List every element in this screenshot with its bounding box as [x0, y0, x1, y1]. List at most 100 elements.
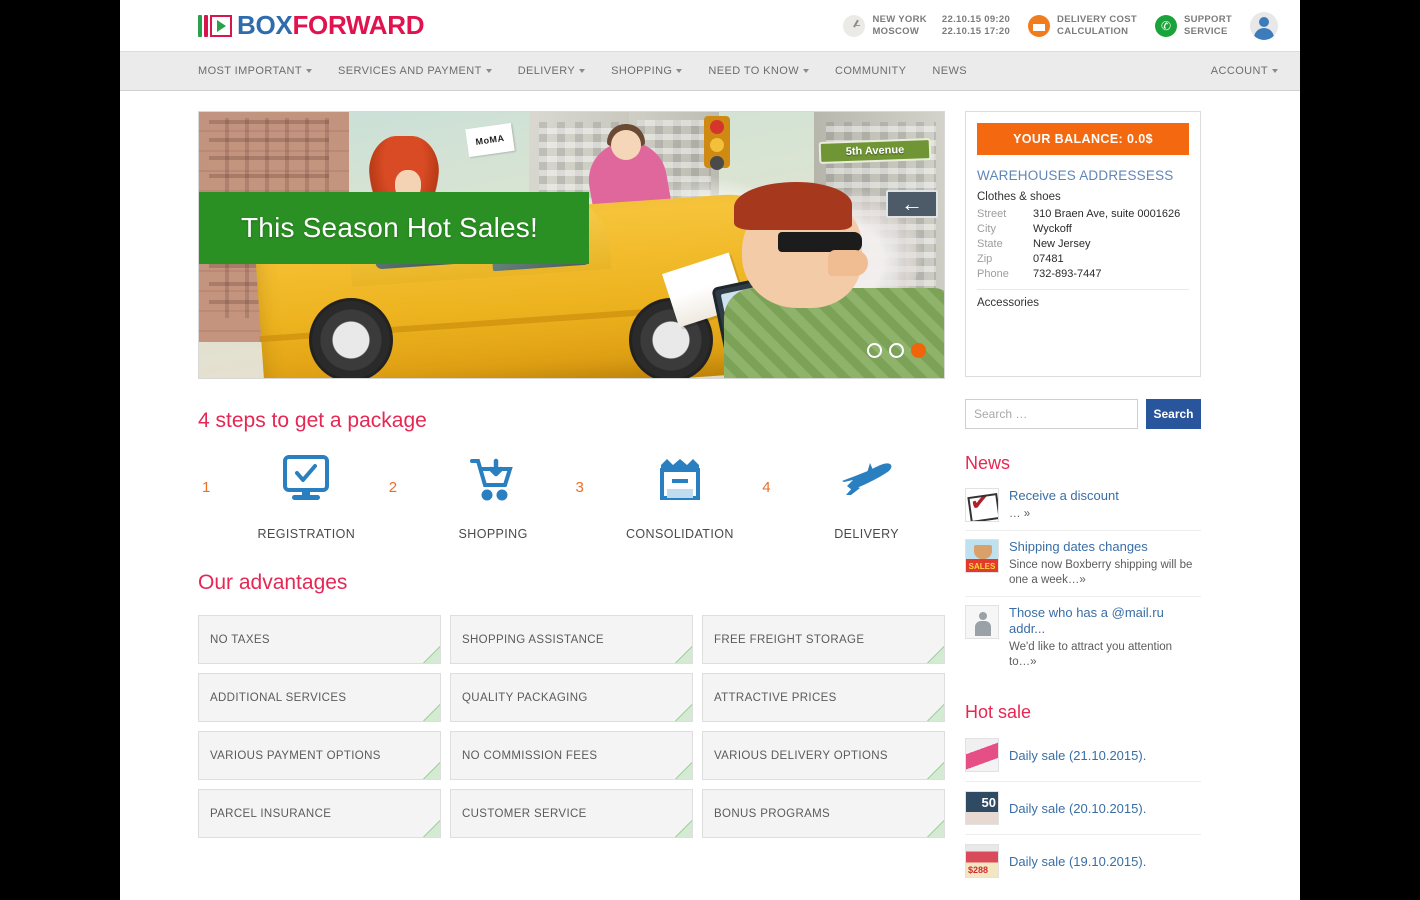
- site-header: BOXFORWARD NEW YORK MOSCOW 22.10.15 09:2…: [120, 0, 1300, 51]
- step-consolidation[interactable]: 3 CONSOLIDATION: [572, 453, 759, 541]
- advantage-card[interactable]: CUSTOMER SERVICE: [450, 789, 693, 838]
- advantage-card[interactable]: VARIOUS DELIVERY OPTIONS: [702, 731, 945, 780]
- advantage-card[interactable]: VARIOUS PAYMENT OPTIONS: [198, 731, 441, 780]
- hot-sale-title-link[interactable]: Daily sale (20.10.2015).: [1009, 801, 1146, 816]
- nav-item-shopping[interactable]: SHOPPING: [611, 65, 682, 77]
- warehouse-row-phone: Phone 732-893-7447: [977, 267, 1189, 282]
- page-content: MoMA 5th Avenue: [120, 91, 1300, 887]
- advantage-card[interactable]: QUALITY PACKAGING: [450, 673, 693, 722]
- support-service-link[interactable]: ✆ SUPPORT SERVICE: [1155, 14, 1232, 37]
- advantage-label: SHOPPING ASSISTANCE: [462, 634, 604, 646]
- step-delivery[interactable]: 4 DELIVERY: [758, 453, 945, 541]
- hot-sale-title-link[interactable]: Daily sale (21.10.2015).: [1009, 748, 1146, 763]
- slider-dot-1[interactable]: [867, 343, 882, 358]
- advantage-card[interactable]: BONUS PROGRAMS: [702, 789, 945, 838]
- field-value: 732-893-7447: [1033, 267, 1102, 282]
- step-registration[interactable]: 1 REGISTRATION: [198, 453, 385, 541]
- news-excerpt: Since now Boxberry shipping will be one …: [1009, 558, 1201, 588]
- news-list-item[interactable]: Receive a discount … »: [965, 480, 1201, 531]
- chevron-down-icon: [306, 69, 312, 73]
- site-logo[interactable]: BOXFORWARD: [198, 11, 424, 41]
- advantage-card[interactable]: PARCEL INSURANCE: [198, 789, 441, 838]
- advantage-label: CUSTOMER SERVICE: [462, 808, 587, 820]
- warehouse-clothes-shoes: Clothes & shoes Street 310 Braen Ave, su…: [977, 191, 1189, 290]
- field-value: 310 Braen Ave, suite 0001626: [1033, 207, 1180, 222]
- corner-fold-icon: [675, 820, 692, 837]
- balance-button[interactable]: YOUR BALANCE: 0.0$: [977, 123, 1189, 155]
- advantage-card[interactable]: NO COMMISSION FEES: [450, 731, 693, 780]
- steps-section-title: 4 steps to get a package: [198, 409, 945, 433]
- field-key: State: [977, 237, 1033, 252]
- hot-sale-section-title: Hot sale: [965, 702, 1201, 723]
- nav-item-services-and-payment[interactable]: SERVICES AND PAYMENT: [338, 65, 492, 77]
- hot-sale-list-item[interactable]: Daily sale (21.10.2015).: [965, 729, 1201, 782]
- chevron-down-icon: [486, 69, 492, 73]
- step-label: DELIVERY: [798, 527, 935, 541]
- hot-sale-thumbnail-icon: [965, 791, 999, 825]
- nav-item-need-to-know[interactable]: NEED TO KNOW: [708, 65, 809, 77]
- advantage-label: ADDITIONAL SERVICES: [210, 692, 346, 704]
- hot-sale-list-item[interactable]: Daily sale (19.10.2015).: [965, 835, 1201, 887]
- nav-item-delivery[interactable]: DELIVERY: [518, 65, 585, 77]
- news-title-link[interactable]: Those who has a @mail.ru addr...: [1009, 605, 1201, 637]
- calendar-icon: [1028, 15, 1050, 37]
- slide-caption: This Season Hot Sales!: [199, 192, 589, 264]
- step-label: CONSOLIDATION: [612, 527, 749, 541]
- field-value: 07481: [1033, 252, 1064, 267]
- advantage-card[interactable]: ATTRACTIVE PRICES: [702, 673, 945, 722]
- news-title-link[interactable]: Receive a discount: [1009, 488, 1201, 504]
- nav-item-news[interactable]: NEWS: [932, 65, 967, 77]
- phone-icon: ✆: [1155, 15, 1177, 37]
- step-shopping[interactable]: 2 SHOPPING: [385, 453, 572, 541]
- warehouse-row-street: Street 310 Braen Ave, suite 0001626: [977, 207, 1189, 222]
- news-excerpt: … »: [1009, 507, 1201, 522]
- corner-fold-icon: [927, 762, 944, 779]
- news-title-link[interactable]: Shipping dates changes: [1009, 539, 1201, 555]
- hot-sale-list: Daily sale (21.10.2015). Daily sale (20.…: [965, 729, 1201, 887]
- news-list-item[interactable]: Those who has a @mail.ru addr... We'd li…: [965, 597, 1201, 678]
- slider-dot-3[interactable]: [911, 343, 926, 358]
- hot-sale-thumbnail-icon: [965, 738, 999, 772]
- search-button[interactable]: Search: [1146, 399, 1201, 429]
- clock-city-2: MOSCOW: [872, 26, 926, 37]
- step-number: 4: [758, 453, 798, 496]
- news-list: Receive a discount … » Shipping dates ch…: [965, 480, 1201, 678]
- advantage-label: PARCEL INSURANCE: [210, 808, 331, 820]
- box-arrow-logo-icon: [198, 13, 232, 39]
- search-input[interactable]: [965, 399, 1138, 429]
- hot-sale-title-link[interactable]: Daily sale (19.10.2015).: [1009, 854, 1146, 869]
- search-bar: Search: [965, 399, 1201, 429]
- corner-fold-icon: [675, 762, 692, 779]
- support-line-2: SERVICE: [1184, 26, 1232, 37]
- field-key: Phone: [977, 267, 1033, 282]
- field-key: Zip: [977, 252, 1033, 267]
- advantage-card[interactable]: NO TAXES: [198, 615, 441, 664]
- street-sign: 5th Avenue: [819, 138, 932, 164]
- delivery-cost-calculation-link[interactable]: DELIVERY COST CALCULATION: [1028, 14, 1137, 37]
- advantage-label: VARIOUS PAYMENT OPTIONS: [210, 750, 381, 762]
- news-thumbnail-icon: [965, 605, 999, 639]
- advantage-label: VARIOUS DELIVERY OPTIONS: [714, 750, 888, 762]
- hot-sale-list-item[interactable]: Daily sale (20.10.2015).: [965, 782, 1201, 835]
- promo-slider[interactable]: MoMA 5th Avenue: [198, 111, 945, 379]
- user-avatar-icon[interactable]: [1250, 12, 1278, 40]
- hot-sale-thumbnail-icon: [965, 844, 999, 878]
- delivery-cost-line-2: CALCULATION: [1057, 26, 1137, 37]
- advantage-card[interactable]: SHOPPING ASSISTANCE: [450, 615, 693, 664]
- page-root: BOXFORWARD NEW YORK MOSCOW 22.10.15 09:2…: [120, 0, 1300, 900]
- warehouse-accessories[interactable]: Accessories: [977, 297, 1189, 309]
- slider-dot-2[interactable]: [889, 343, 904, 358]
- nav-item-community[interactable]: COMMUNITY: [835, 65, 906, 77]
- main-column: MoMA 5th Avenue: [198, 111, 945, 887]
- slide-caption-text: This Season Hot Sales!: [241, 212, 538, 244]
- advantage-card[interactable]: ADDITIONAL SERVICES: [198, 673, 441, 722]
- nav-label: DELIVERY: [518, 65, 575, 77]
- news-list-item[interactable]: Shipping dates changes Since now Boxberr…: [965, 531, 1201, 597]
- advantage-card[interactable]: FREE FREIGHT STORAGE: [702, 615, 945, 664]
- step-number: 1: [198, 453, 238, 496]
- warehouse-row-zip: Zip 07481: [977, 252, 1189, 267]
- nav-item-account[interactable]: ACCOUNT: [1211, 65, 1278, 77]
- world-clock-widget[interactable]: NEW YORK MOSCOW 22.10.15 09:20 22.10.15 …: [843, 14, 1010, 37]
- nav-item-most-important[interactable]: MOST IMPORTANT: [198, 65, 312, 77]
- warehouse-row-state: State New Jersey: [977, 237, 1189, 252]
